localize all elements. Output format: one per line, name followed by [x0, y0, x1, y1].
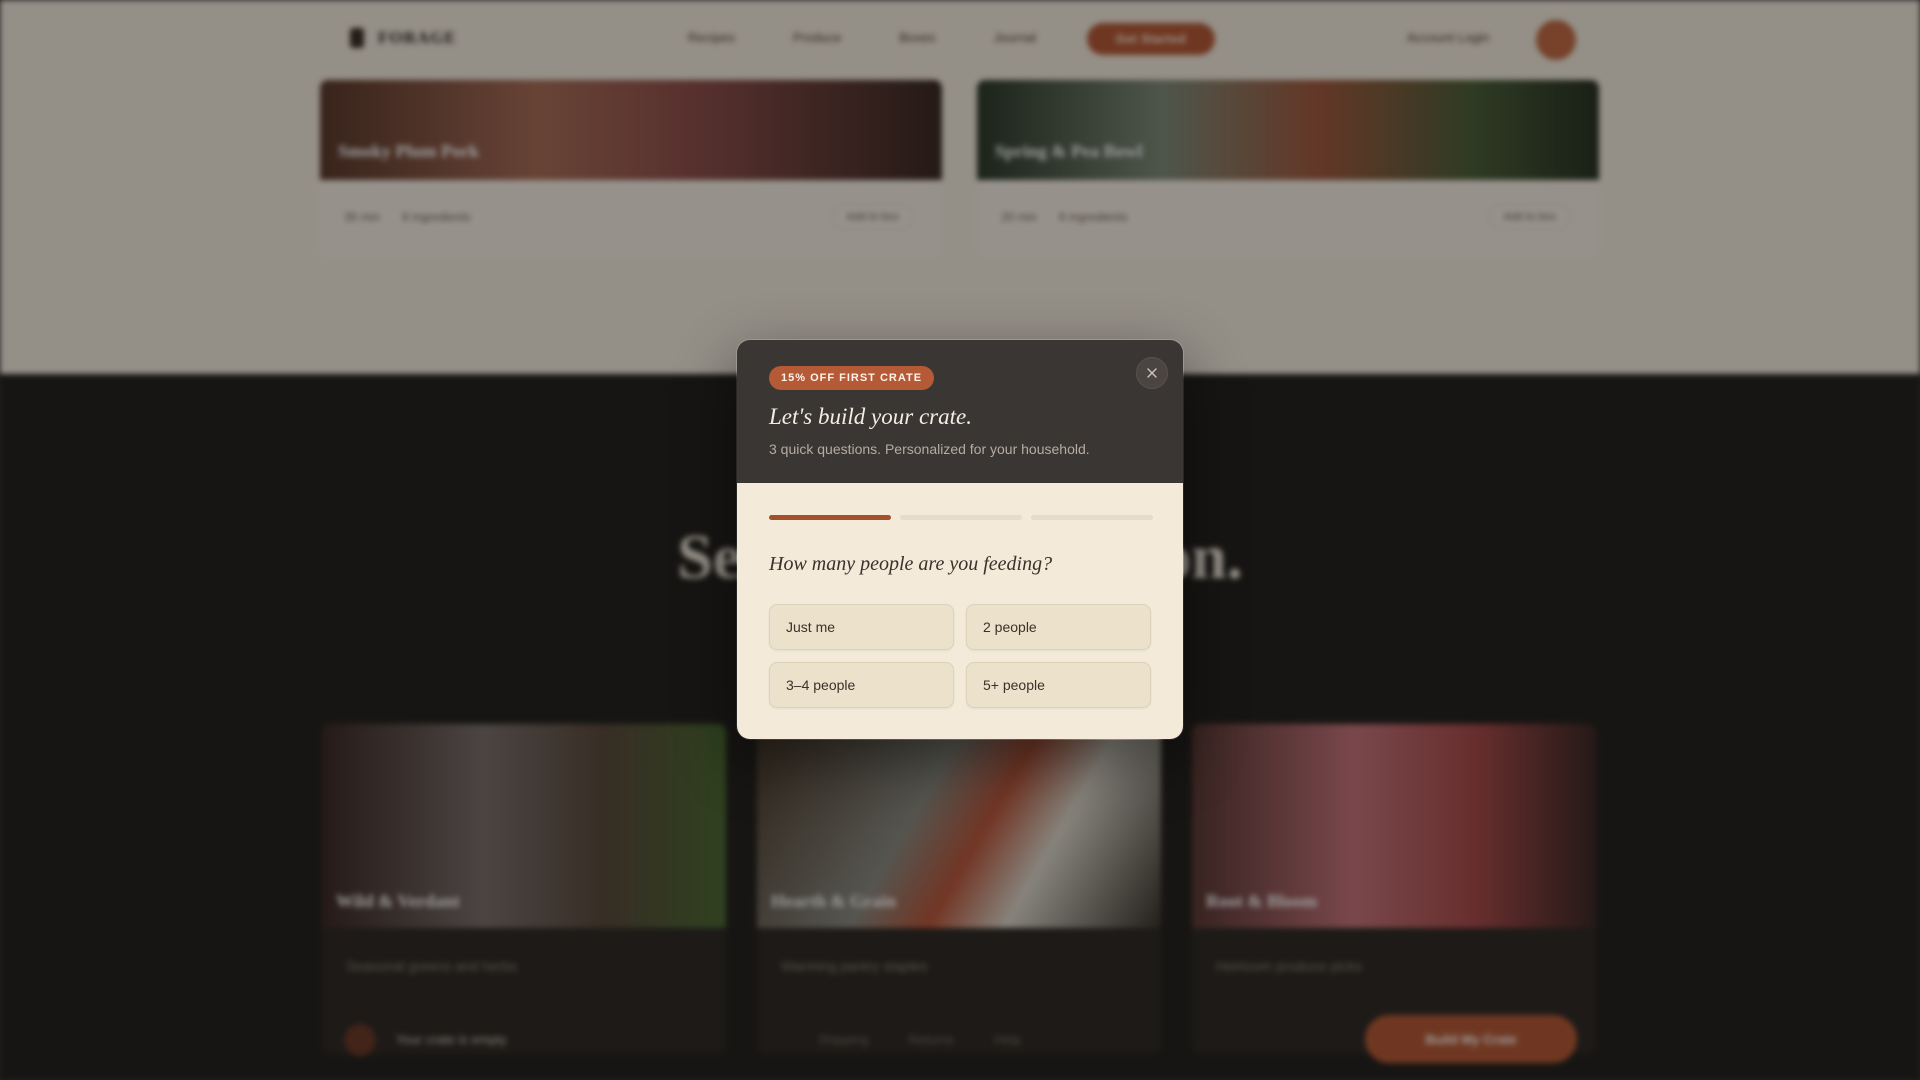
close-icon	[1147, 368, 1157, 378]
option-just-me[interactable]: Just me	[769, 604, 954, 650]
close-button[interactable]	[1136, 357, 1168, 389]
crate-builder-modal: 15% OFF FIRST CRATE Let's build your cra…	[736, 339, 1184, 740]
modal-subtitle: 3 quick questions. Personalized for your…	[769, 441, 1090, 457]
progress-step-1	[769, 515, 891, 520]
option-2-people[interactable]: 2 people	[966, 604, 1151, 650]
modal-header: 15% OFF FIRST CRATE Let's build your cra…	[737, 340, 1183, 483]
progress-step-3	[1031, 515, 1153, 520]
modal-body: How many people are you feeding? Just me…	[737, 483, 1183, 739]
progress-step-2	[900, 515, 1022, 520]
option-5-plus-people[interactable]: 5+ people	[966, 662, 1151, 708]
modal-title: Let's build your crate.	[769, 404, 972, 429]
discount-badge: 15% OFF FIRST CRATE	[769, 366, 935, 390]
question-text: How many people are you feeding?	[769, 553, 1053, 575]
household-size-options: Just me 2 people 3–4 people 5+ people	[769, 604, 1153, 708]
option-3-4-people[interactable]: 3–4 people	[769, 662, 954, 708]
step-progress	[769, 515, 1153, 520]
